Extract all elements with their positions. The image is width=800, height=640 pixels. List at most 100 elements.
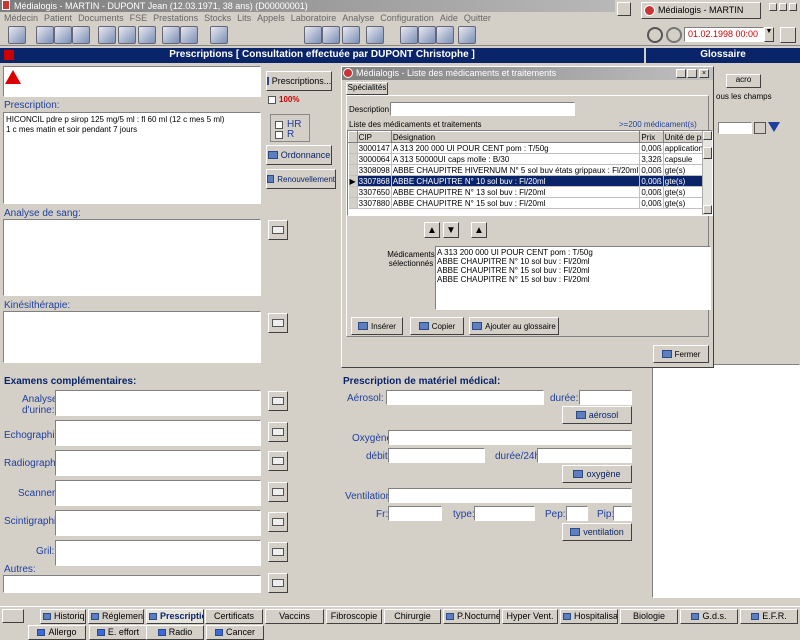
menu-item[interactable]: Appels: [257, 13, 285, 23]
description-field[interactable]: [390, 102, 575, 116]
specialites-tab[interactable]: Spécialités: [346, 82, 388, 95]
patient-icon[interactable]: [36, 26, 54, 44]
prescription-textarea[interactable]: HICONCIL pdre p sirop 125 mg/5 ml : fl 6…: [3, 112, 261, 204]
tab-hospitalisation[interactable]: Hospitalisation: [560, 609, 618, 624]
menu-item[interactable]: Documents: [78, 13, 124, 23]
taskbar-app-button[interactable]: Médialogis - MARTIN: [641, 2, 761, 19]
menu-item[interactable]: Analyse: [342, 13, 374, 23]
column-header[interactable]: CIP: [356, 131, 392, 143]
table-scrollbar[interactable]: [702, 131, 712, 215]
pep-field[interactable]: [566, 506, 588, 521]
prescriptions-button[interactable]: Prescriptions...: [266, 71, 332, 91]
type-field[interactable]: [474, 506, 535, 521]
fr-field[interactable]: [388, 506, 442, 521]
alert-field[interactable]: [3, 66, 261, 97]
close-panel-icon[interactable]: [4, 50, 14, 60]
pip-field[interactable]: [613, 506, 632, 521]
aerosol-button[interactable]: aérosol: [562, 406, 632, 424]
menu-item[interactable]: Quitter: [464, 13, 491, 23]
echographie-print-button[interactable]: [268, 422, 288, 442]
folder-icon[interactable]: [617, 2, 631, 16]
doctor-icon[interactable]: [8, 26, 26, 44]
close-icon[interactable]: [789, 3, 797, 11]
calendar-icon[interactable]: [780, 27, 796, 43]
fermer-button[interactable]: Fermer: [653, 345, 709, 363]
radiographie-print-button[interactable]: [268, 451, 288, 471]
gril-print-button[interactable]: [268, 542, 288, 562]
table-row[interactable]: 3000147 A 313 200 000 UI POUR CENT pom : …: [348, 142, 712, 154]
tab-vaccins[interactable]: Vaccins: [265, 609, 324, 624]
tab-allergo[interactable]: Allergo: [28, 625, 86, 640]
user-icon[interactable]: [647, 27, 663, 43]
copier-button[interactable]: Copier: [410, 317, 464, 335]
car-icon[interactable]: [138, 26, 156, 44]
filter-icon[interactable]: [768, 122, 780, 132]
table-row[interactable]: 3000064 A 313 50000UI caps molle : B/30 3,…: [348, 153, 712, 165]
export-icon[interactable]: [366, 26, 384, 44]
hr-checkbox[interactable]: [275, 121, 283, 129]
medicaments-table[interactable]: CIPDésignationPrixUnité de prélèvNombre3…: [347, 130, 713, 216]
printer-icon[interactable]: [2, 609, 24, 623]
scroll-down-icon[interactable]: [703, 205, 712, 214]
gril-field[interactable]: [55, 540, 261, 566]
document-icon[interactable]: [54, 26, 72, 44]
dialog-close-icon[interactable]: ×: [699, 69, 709, 78]
selected-item[interactable]: ABBE CHAUPITRE N° 10 sol buv : Fl/20ml: [437, 257, 709, 266]
medicaments-grid[interactable]: CIPDésignationPrixUnité de prélèvNombre3…: [348, 131, 712, 209]
move-top-button[interactable]: ▲: [471, 222, 487, 238]
scanner-print-button[interactable]: [268, 482, 288, 502]
selected-item[interactable]: ABBE CHAUPITRE N° 15 sol buv : Fl/20ml: [437, 275, 709, 284]
analyse-sang-textarea[interactable]: [3, 219, 261, 296]
clock-icon[interactable]: [210, 26, 228, 44]
table-row[interactable]: 3308098 ABBE CHAUPITRE HIVERNUM N° 5 sol …: [348, 164, 712, 176]
keyboard-icon[interactable]: [342, 26, 360, 44]
glossaire-edit-icon[interactable]: [754, 122, 766, 134]
tab-g-d-s-[interactable]: G.d.s.: [680, 609, 738, 624]
tab-historique[interactable]: Historique: [40, 609, 86, 624]
table-row[interactable]: ▶ 3307868 ABBE CHAUPITRE N° 10 sol buv : F…: [348, 175, 712, 187]
paste-icon[interactable]: [436, 26, 454, 44]
dialog-maximize-icon[interactable]: [687, 69, 697, 78]
duree-field[interactable]: [579, 390, 632, 405]
echographie-field[interactable]: [55, 420, 261, 446]
menu-item[interactable]: FSE: [130, 13, 148, 23]
mail-icon[interactable]: [118, 26, 136, 44]
menu-item[interactable]: Médecin: [4, 13, 38, 23]
autres-field[interactable]: [3, 575, 261, 593]
menu-item[interactable]: Stocks: [204, 13, 231, 23]
tab-e-f-r-[interactable]: E.F.R.: [740, 609, 798, 624]
cut-icon[interactable]: [400, 26, 418, 44]
scintigraphie-print-button[interactable]: [268, 512, 288, 532]
maximize-icon[interactable]: [779, 3, 787, 11]
ventilation-button[interactable]: ventilation: [562, 523, 632, 541]
glossaire-search-field[interactable]: [718, 122, 752, 134]
menu-item[interactable]: Aide: [440, 13, 458, 23]
selected-item[interactable]: A 313 200 000 UI POUR CENT pom : T/50g: [437, 248, 709, 257]
save-icon[interactable]: [458, 26, 476, 44]
radiographie-field[interactable]: [55, 450, 261, 476]
tab-chirurgie[interactable]: Chirurgie: [384, 609, 441, 624]
image-icon[interactable]: [72, 26, 90, 44]
inserer-button[interactable]: Insérer: [351, 317, 403, 335]
percent-checkbox[interactable]: [268, 96, 276, 104]
debit-field[interactable]: [388, 448, 485, 463]
forward-icon[interactable]: [322, 26, 340, 44]
menu-item[interactable]: Prestations: [153, 13, 198, 23]
scan-icon[interactable]: [162, 26, 180, 44]
aerosol-field[interactable]: [386, 390, 544, 405]
menu-item[interactable]: Laboratoire: [291, 13, 337, 23]
glossaire-tab[interactable]: acro: [726, 74, 761, 88]
minimize-icon[interactable]: [769, 3, 777, 11]
table-row[interactable]: 3307880 ABBE CHAUPITRE N° 15 sol buv : Fl…: [348, 197, 712, 209]
tools-icon[interactable]: [180, 26, 198, 44]
kine-print-button[interactable]: [268, 313, 288, 333]
date-field[interactable]: 01.02.1998 00:00: [684, 27, 764, 42]
tab-r-glement[interactable]: Réglement: [88, 609, 144, 624]
tab-e-effort[interactable]: E. effort: [89, 625, 147, 640]
selected-item[interactable]: ABBE CHAUPITRE N° 15 sol buv : Fl/20ml: [437, 266, 709, 275]
analyse-urine-print-button[interactable]: [268, 391, 288, 411]
tab-biologie[interactable]: Biologie: [620, 609, 678, 624]
tab-hyper-vent-[interactable]: Hyper Vent.: [502, 609, 558, 624]
table-row[interactable]: 3307650 ABBE CHAUPITRE N° 13 sol buv : Fl…: [348, 186, 712, 198]
oxygene-field[interactable]: [388, 430, 632, 445]
